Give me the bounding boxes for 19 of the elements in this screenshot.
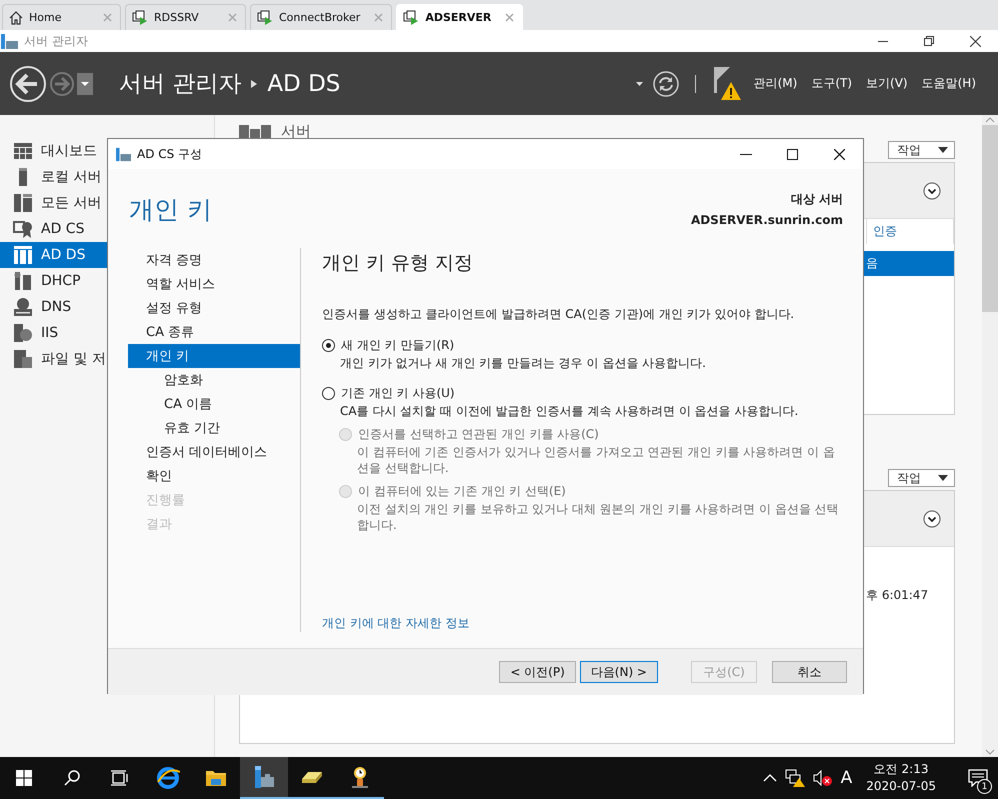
target-server-label: 대상 서버 — [790, 191, 843, 208]
option-label: 기존 개인 키 사용(U) — [341, 384, 455, 402]
window-title: 서버 관리자 — [24, 32, 89, 50]
section-title: 개인 키 유형 지정 — [322, 251, 474, 276]
option-description: 이 컴퓨터에 기존 인증서가 있거나 인증서를 가져오고 연관된 개인 키를 사용하려면 이 옵션을 선택합니다. — [356, 444, 836, 476]
option-description: 개인 키가 없거나 새 개인 키를 만들려는 경우 이 옵션을 사용합니다. — [339, 355, 707, 371]
dialog-title: AD CS 구성 — [137, 146, 204, 162]
table-cell-text: 후 6:01:47 — [866, 587, 930, 604]
page-title: 개인 키 — [129, 194, 212, 226]
notification-count: 1 — [977, 779, 992, 794]
option-label: 새 개인 키 만들기(R) — [341, 336, 454, 354]
option-label: 이 컴퓨터에 있는 기존 개인 키 선택(E) — [358, 482, 566, 500]
option-description: 이전 설치의 개인 키를 보유하고 있거나 대체 원본의 개인 키를 사용하려면 이 옵션을 선택합니다. — [356, 501, 840, 533]
table-cell-text: 음 — [866, 255, 879, 272]
target-server-name: ADSERVER.sunrin.com — [690, 212, 843, 229]
intro-text: 인증서를 생성하고 클라이언트에 발급하려면 CA(인증 기관)에 개인 키가 있어야 합니다. — [322, 306, 796, 323]
option-label: 인증서를 선택하고 연관된 개인 키를 사용(C) — [358, 426, 599, 442]
option-description: CA를 다시 설치할 때 이전에 발급한 인증서를 계속 사용하려면 이 옵션을 사용합니다. — [339, 403, 800, 419]
section-heading: 서버 — [281, 122, 311, 140]
